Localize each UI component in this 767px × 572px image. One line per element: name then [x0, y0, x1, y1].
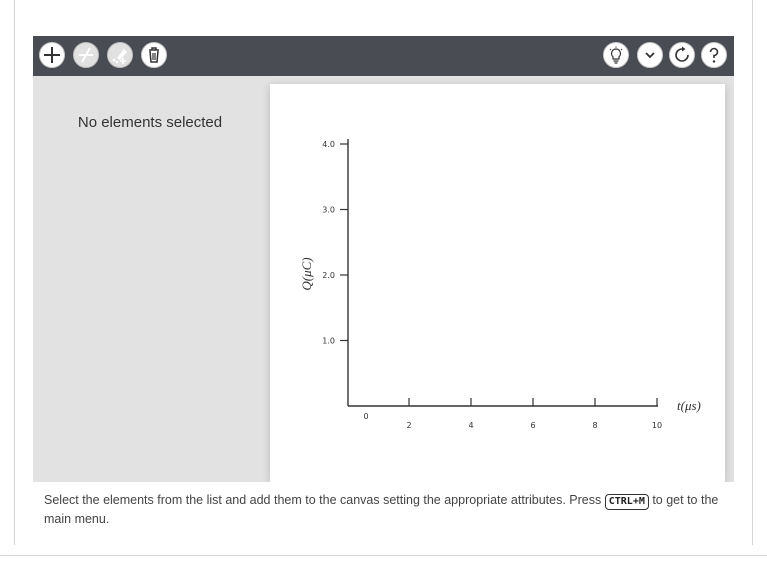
y-tick-label: 4.0	[322, 140, 335, 149]
page-left-border	[14, 0, 15, 545]
canvas-area: 1.0 2.0 3.0 4.0 0 2 4 6 8 10 t(μs) Q(μC)	[267, 76, 734, 482]
help-button[interactable]	[701, 42, 727, 68]
y-tick-label: 2.0	[322, 271, 335, 280]
add-button[interactable]	[39, 42, 65, 68]
empty-graph[interactable]: 1.0 2.0 3.0 4.0 0 2 4 6 8 10 t(μs) Q(μC)	[270, 84, 725, 482]
graphing-tool: No elements selected 1.0 2.0 3.0 4.0 024681…	[33, 36, 734, 544]
edit-points-button[interactable]	[107, 42, 133, 68]
drawing-canvas[interactable]: 1.0 2.0 3.0 4.0 0 2 4 6 8 10 t(μs) Q(μC)	[270, 84, 725, 482]
toolbar	[33, 36, 734, 76]
delete-button[interactable]	[141, 42, 167, 68]
instructions-text-start: Select the elements from the list and ad…	[44, 493, 605, 507]
chevron-down-icon	[645, 52, 655, 59]
menu-button[interactable]	[637, 42, 663, 68]
x-tick-label: 10	[652, 421, 662, 430]
hint-button[interactable]	[603, 42, 629, 68]
draw-tangent-button[interactable]	[73, 42, 99, 68]
x-axis-label: t(μs)	[677, 398, 701, 413]
tangent-icon	[79, 47, 93, 63]
y-tick-label: 1.0	[322, 337, 335, 346]
y-tick-label: 3.0	[322, 206, 335, 215]
x-tick-label: 0	[363, 412, 368, 421]
refresh-icon	[675, 46, 689, 62]
y-axis-label: Q(μC)	[299, 257, 314, 290]
no-selection-message: No elements selected	[77, 114, 223, 131]
instructions-footer: Select the elements from the list and ad…	[33, 482, 734, 544]
x-tick-label: 8	[592, 421, 597, 430]
question-icon	[709, 47, 719, 63]
page-bottom-rule	[0, 555, 767, 556]
x-tick-label: 4	[468, 421, 473, 430]
trash-icon	[149, 47, 159, 63]
instructions-text: Select the elements from the list and ad…	[44, 491, 724, 529]
plus-icon	[44, 47, 60, 63]
x-tick-label: 6	[530, 421, 535, 430]
shortcut-key: CTRL+M	[604, 494, 649, 510]
page-right-border	[752, 0, 753, 545]
x-tick-label: 2	[406, 421, 411, 430]
element-properties-panel: No elements selected	[33, 76, 267, 482]
edit-points-icon	[112, 49, 127, 64]
lightbulb-icon	[609, 46, 623, 64]
reset-button[interactable]	[669, 42, 695, 68]
